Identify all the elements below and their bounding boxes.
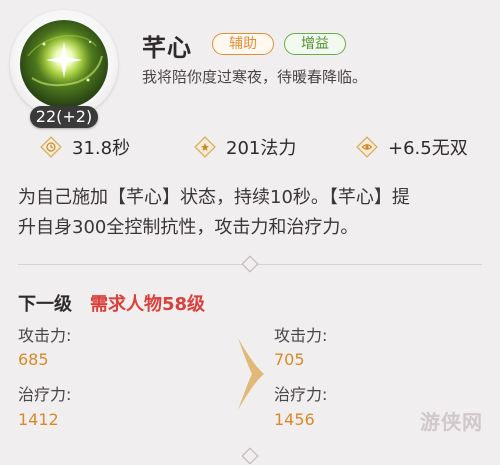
next-heal-value: 1456 (274, 410, 315, 429)
next-heal-label: 治疗力: (274, 385, 328, 404)
current-attack-label: 攻击力: (18, 326, 72, 345)
sparkle-orb-icon (20, 20, 108, 108)
star-icon (194, 136, 216, 158)
stat-mana-value: 201法力 (226, 138, 297, 159)
skill-icon[interactable]: 22(+2) (10, 10, 118, 128)
eye-icon (356, 136, 378, 158)
next-level-title: 下一级 (18, 294, 72, 315)
divider-diamond-icon (241, 447, 259, 465)
stat-cooldown: 31.8秒 (40, 132, 130, 162)
stat-cooldown-value: 31.8秒 (72, 138, 131, 159)
description-line: 为自己施加【芊心】状态，持续10秒。【芊心】提 (18, 187, 410, 208)
divider-diamond-icon (241, 255, 259, 273)
next-attack-label: 攻击力: (274, 326, 328, 345)
skill-tooltip: 22(+2) 芊心 辅助 增益 我将陪你度过寒夜，待暖春降临。 31.8秒 20… (0, 0, 500, 465)
skill-name: 芊心 (142, 34, 192, 62)
skill-flavor-text: 我将陪你度过寒夜，待暖春降临。 (142, 68, 368, 86)
clock-icon (40, 136, 62, 158)
skill-level-badge: 22(+2) (30, 106, 98, 128)
watermark: 游侠网 (420, 410, 483, 434)
chevron-right-icon (238, 338, 264, 410)
skill-description: 为自己施加【芊心】状态，持续10秒。【芊心】提 升自身300全控制抗性，攻击力和… (18, 183, 488, 243)
next-level-requirement: 需求人物58级 (90, 294, 206, 315)
description-line: 升自身300全控制抗性，攻击力和治疗力。 (18, 217, 359, 238)
stat-mana: 201法力 (194, 132, 296, 162)
tag-assist: 辅助 (212, 33, 274, 55)
stat-musou: +6.5无双 (356, 132, 468, 162)
tag-buff: 增益 (284, 33, 346, 55)
stat-musou-value: +6.5无双 (388, 138, 468, 159)
current-heal-value: 1412 (18, 410, 59, 429)
current-attack-value: 685 (18, 350, 49, 369)
current-heal-label: 治疗力: (18, 385, 72, 404)
next-attack-value: 705 (274, 350, 305, 369)
